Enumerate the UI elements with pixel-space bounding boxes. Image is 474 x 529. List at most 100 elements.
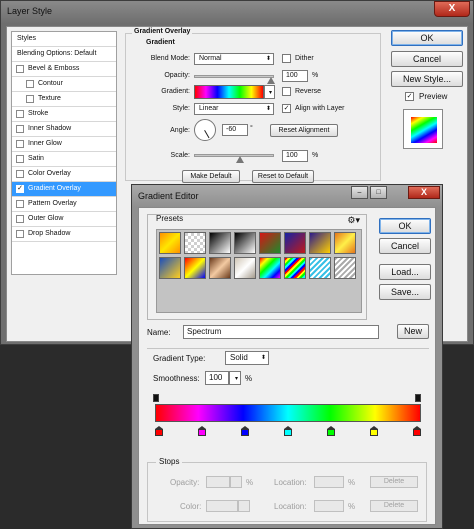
- effect-item[interactable]: Stroke: [12, 107, 116, 122]
- save-button[interactable]: Save...: [379, 284, 431, 300]
- stop-color-location-input[interactable]: [314, 500, 344, 512]
- new-style-button[interactable]: New Style...: [391, 71, 463, 87]
- preset-swatch[interactable]: [184, 257, 206, 279]
- gear-icon[interactable]: ⚙▾: [347, 215, 360, 226]
- preset-swatch[interactable]: [259, 257, 281, 279]
- effect-checkbox[interactable]: [16, 200, 24, 208]
- gradient-type-select[interactable]: Solid ⬍: [225, 351, 269, 365]
- smoothness-dropdown-button[interactable]: ▾: [229, 371, 241, 385]
- effect-checkbox[interactable]: [16, 230, 24, 238]
- preset-swatch[interactable]: [309, 257, 331, 279]
- reverse-checkbox[interactable]: [282, 87, 291, 96]
- effect-checkbox[interactable]: [16, 215, 24, 223]
- effect-checkbox[interactable]: [26, 80, 34, 88]
- preview-checkbox[interactable]: ✓: [405, 92, 414, 101]
- blending-options-item[interactable]: Blending Options: Default: [12, 47, 116, 62]
- preset-swatch[interactable]: [309, 232, 331, 254]
- color-stop[interactable]: [155, 426, 163, 436]
- close-button[interactable]: X: [408, 186, 440, 199]
- close-button[interactable]: X: [434, 1, 470, 17]
- delete-color-stop-button[interactable]: Delete: [370, 500, 418, 512]
- gradient-picker-swatch[interactable]: [194, 85, 264, 99]
- delete-opacity-stop-button[interactable]: Delete: [370, 476, 418, 488]
- color-stop[interactable]: [413, 426, 421, 436]
- opacity-stop-left[interactable]: [153, 394, 159, 402]
- gradient-preview-bar[interactable]: [155, 404, 421, 422]
- effect-item[interactable]: ✓ Gradient Overlay: [12, 182, 116, 197]
- styles-header[interactable]: Styles: [12, 32, 116, 47]
- angle-dial[interactable]: [194, 119, 216, 141]
- stop-opacity-dropdown[interactable]: [230, 476, 242, 488]
- smoothness-input[interactable]: 100: [205, 371, 229, 385]
- effect-checkbox[interactable]: [16, 170, 24, 178]
- new-button[interactable]: New: [397, 324, 429, 339]
- restore-button[interactable]: □: [370, 186, 387, 199]
- dither-checkbox[interactable]: [282, 54, 291, 63]
- effect-item[interactable]: Drop Shadow: [12, 227, 116, 242]
- effect-checkbox[interactable]: [16, 65, 24, 73]
- cancel-button[interactable]: Cancel: [379, 238, 431, 254]
- cancel-button[interactable]: Cancel: [391, 51, 463, 67]
- gradient-editor-titlebar[interactable]: Gradient Editor – □ X: [132, 185, 442, 207]
- ok-button[interactable]: OK: [391, 30, 463, 46]
- preset-swatch[interactable]: [184, 232, 206, 254]
- make-default-button[interactable]: Make Default: [182, 170, 240, 183]
- effect-item[interactable]: Outer Glow: [12, 212, 116, 227]
- reset-alignment-button[interactable]: Reset Alignment: [270, 124, 338, 137]
- effect-item[interactable]: Color Overlay: [12, 167, 116, 182]
- effect-checkbox[interactable]: [16, 140, 24, 148]
- opacity-slider[interactable]: [194, 75, 274, 78]
- percent-sign: %: [245, 374, 253, 383]
- layer-style-titlebar[interactable]: Layer Style X: [1, 1, 473, 23]
- preset-swatch[interactable]: [284, 232, 306, 254]
- style-select[interactable]: Linear ⬍: [194, 103, 274, 115]
- opacity-slider-thumb[interactable]: [267, 77, 275, 84]
- angle-input[interactable]: -60: [222, 124, 248, 136]
- effect-checkbox[interactable]: [16, 125, 24, 133]
- preset-swatch[interactable]: [259, 232, 281, 254]
- effect-checkbox[interactable]: [16, 155, 24, 163]
- effect-item[interactable]: Contour: [12, 77, 116, 92]
- effect-item[interactable]: Bevel & Emboss: [12, 62, 116, 77]
- effect-item[interactable]: Pattern Overlay: [12, 197, 116, 212]
- color-stop[interactable]: [370, 426, 378, 436]
- ok-button[interactable]: OK: [379, 218, 431, 234]
- color-stop[interactable]: [327, 426, 335, 436]
- load-button[interactable]: Load...: [379, 264, 431, 280]
- style-preview: [403, 109, 443, 149]
- color-stop[interactable]: [284, 426, 292, 436]
- preset-swatch[interactable]: [234, 257, 256, 279]
- effect-item[interactable]: Satin: [12, 152, 116, 167]
- stop-color-dropdown[interactable]: [238, 500, 250, 512]
- scale-slider-thumb[interactable]: [236, 156, 244, 163]
- preset-swatch[interactable]: [234, 232, 256, 254]
- align-with-layer-checkbox[interactable]: ✓: [282, 104, 291, 113]
- stop-color-swatch[interactable]: [206, 500, 238, 512]
- effect-item[interactable]: Inner Glow: [12, 137, 116, 152]
- preset-swatch[interactable]: [209, 232, 231, 254]
- color-stop[interactable]: [198, 426, 206, 436]
- stop-opacity-input[interactable]: [206, 476, 230, 488]
- preset-swatch[interactable]: [159, 232, 181, 254]
- color-stop[interactable]: [241, 426, 249, 436]
- opacity-stop-right[interactable]: [415, 394, 421, 402]
- preset-swatch[interactable]: [284, 257, 306, 279]
- opacity-input[interactable]: 100: [282, 70, 308, 82]
- preset-swatch[interactable]: [209, 257, 231, 279]
- scale-slider[interactable]: [194, 154, 274, 157]
- stop-opacity-location-input[interactable]: [314, 476, 344, 488]
- minimize-button[interactable]: –: [351, 186, 368, 199]
- blend-mode-select[interactable]: Normal ⬍: [194, 53, 274, 65]
- name-input[interactable]: Spectrum: [183, 325, 379, 339]
- effect-checkbox[interactable]: ✓: [16, 185, 24, 193]
- scale-input[interactable]: 100: [282, 150, 308, 162]
- reset-to-default-button[interactable]: Reset to Default: [252, 170, 314, 183]
- preset-swatch[interactable]: [159, 257, 181, 279]
- effect-item[interactable]: Inner Shadow: [12, 122, 116, 137]
- preset-swatch[interactable]: [334, 257, 356, 279]
- effect-checkbox[interactable]: [16, 110, 24, 118]
- preset-swatch[interactable]: [334, 232, 356, 254]
- effect-item[interactable]: Texture: [12, 92, 116, 107]
- effect-checkbox[interactable]: [26, 95, 34, 103]
- gradient-dropdown-button[interactable]: ▾: [264, 85, 275, 99]
